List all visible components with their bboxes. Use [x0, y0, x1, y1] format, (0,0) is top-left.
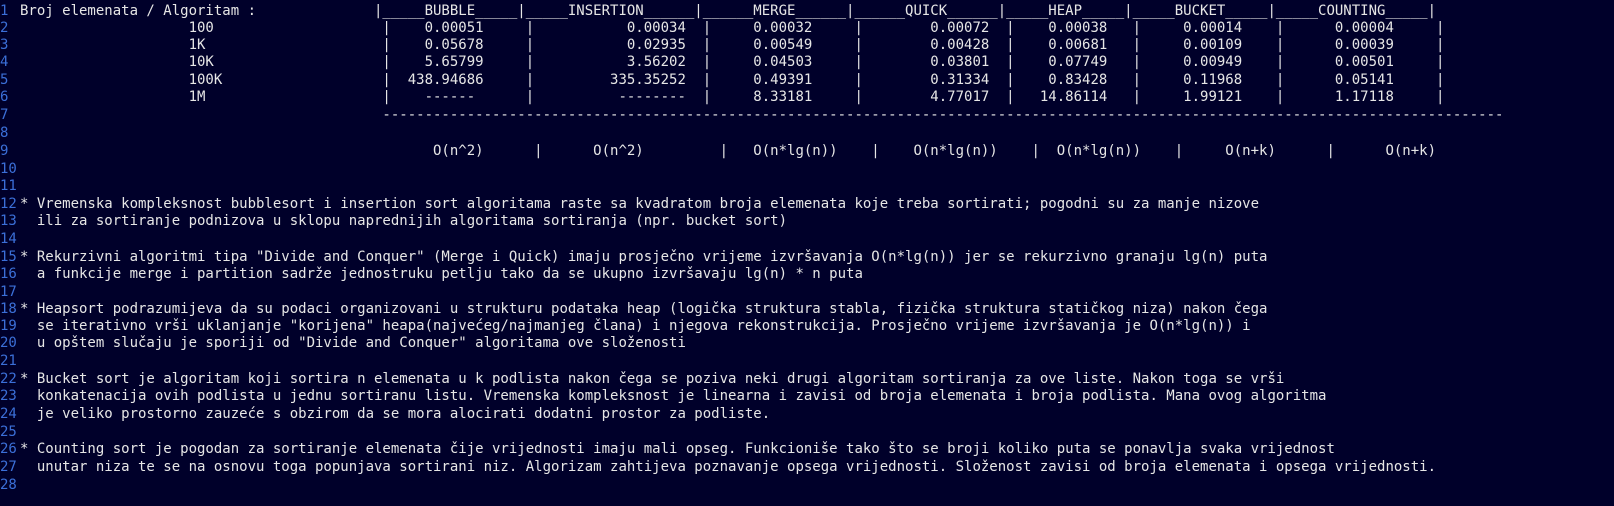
- line-number: 11: [0, 178, 17, 194]
- line-number: 28: [0, 477, 17, 493]
- line-number: 6: [0, 89, 9, 105]
- line-text[interactable]: O(n^2) | O(n^2) | O(n*lg(n)) | O(n*lg(n)…: [20, 143, 1436, 159]
- editor-line[interactable]: 19 se iterativno vrši uklanjanje "korije…: [0, 317, 1251, 335]
- line-number: 1: [0, 3, 9, 19]
- editor-line[interactable]: 4 10K | 5.65799 | 3.56202 | 0.04503 | 0.…: [0, 53, 1444, 71]
- editor-line[interactable]: 5 100K | 438.94686 | 335.35252 | 0.49391…: [0, 71, 1444, 89]
- editor-line[interactable]: 12 * Vremenska kompleksnost bubblesort i …: [0, 195, 1259, 213]
- line-number: 16: [0, 266, 17, 282]
- line-number: 14: [0, 231, 17, 247]
- line-number: 22: [0, 371, 17, 387]
- line-text[interactable]: konkatenacija ovih podlista u jednu sort…: [20, 388, 1327, 404]
- editor-line[interactable]: 11: [0, 177, 20, 195]
- editor-line[interactable]: 23 konkatenacija ovih podlista u jednu s…: [0, 387, 1326, 405]
- line-text[interactable]: Broj elemenata / Algoritam : |_____BUBBL…: [20, 3, 1436, 19]
- line-number: 19: [0, 318, 17, 334]
- line-number: 18: [0, 301, 17, 317]
- line-text[interactable]: ili za sortiranje podnizova u sklopu nap…: [20, 213, 787, 229]
- editor-line[interactable]: 18 * Heapsort podrazumijeva da su podaci …: [0, 300, 1267, 318]
- line-text[interactable]: je veliko prostorno zauzeće s obzirom da…: [20, 406, 770, 422]
- editor-line[interactable]: 20 u opštem slučaju je sporiji od "Divid…: [0, 334, 686, 352]
- editor-line[interactable]: 21: [0, 352, 20, 370]
- line-text[interactable]: a funkcije merge i partition sadrže jedn…: [20, 266, 863, 282]
- line-number: 23: [0, 388, 17, 404]
- line-text[interactable]: * Heapsort podrazumijeva da su podaci or…: [20, 301, 1267, 317]
- line-text[interactable]: * Bucket sort je algoritam koji sortira …: [20, 371, 1284, 387]
- editor-line[interactable]: 16 a funkcije merge i partition sadrže j…: [0, 265, 863, 283]
- line-number: 9: [0, 143, 9, 159]
- line-text[interactable]: 1K | 0.05678 | 0.02935 | 0.00549 | 0.004…: [20, 37, 1445, 53]
- editor-line[interactable]: 15 * Rekurzivni algoritmi tipa "Divide an…: [0, 248, 1267, 266]
- editor-line[interactable]: 3 1K | 0.05678 | 0.02935 | 0.00549 | 0.0…: [0, 36, 1444, 54]
- line-number: 13: [0, 213, 17, 229]
- editor-line[interactable]: 26 * Counting sort je pogodan za sortiran…: [0, 440, 1335, 458]
- editor-line[interactable]: 17: [0, 283, 20, 301]
- line-number: 10: [0, 161, 17, 177]
- line-number: 4: [0, 54, 9, 70]
- line-number: 20: [0, 335, 17, 351]
- line-number: 24: [0, 406, 17, 422]
- line-number: 17: [0, 284, 17, 300]
- line-number: 8: [0, 125, 9, 141]
- line-number: 21: [0, 353, 17, 369]
- line-text[interactable]: unutar niza te se na osnovu toga popunja…: [20, 459, 1436, 475]
- line-number: 5: [0, 72, 9, 88]
- editor-line[interactable]: 10: [0, 160, 20, 178]
- line-text[interactable]: * Rekurzivni algoritmi tipa "Divide and …: [20, 249, 1267, 265]
- editor-line[interactable]: 13 ili za sortiranje podnizova u sklopu …: [0, 212, 787, 230]
- line-number: 15: [0, 249, 17, 265]
- line-text[interactable]: u opštem slučaju je sporiji od "Divide a…: [20, 335, 686, 351]
- line-number: 3: [0, 37, 9, 53]
- line-number: 2: [0, 20, 9, 36]
- editor-line[interactable]: 14: [0, 230, 20, 248]
- line-text[interactable]: 10K | 5.65799 | 3.56202 | 0.04503 | 0.03…: [20, 54, 1445, 70]
- line-text[interactable]: * Vremenska kompleksnost bubblesort i in…: [20, 196, 1259, 212]
- line-number: 7: [0, 107, 9, 123]
- line-text[interactable]: 100 | 0.00051 | 0.00034 | 0.00032 | 0.00…: [20, 20, 1445, 36]
- line-number: 27: [0, 459, 17, 475]
- text-editor[interactable]: 1 Broj elemenata / Algoritam : |_____BUBB…: [0, 0, 1614, 506]
- editor-line[interactable]: 24 je veliko prostorno zauzeće s obzirom…: [0, 405, 770, 423]
- editor-line[interactable]: 9 O(n^2) | O(n^2) | O(n*lg(n)) | O(n*lg(…: [0, 142, 1436, 160]
- editor-line[interactable]: 25: [0, 423, 20, 441]
- editor-line[interactable]: 7 --------------------------------------…: [0, 106, 1503, 124]
- editor-line[interactable]: 28: [0, 476, 20, 494]
- editor-line[interactable]: 2 100 | 0.00051 | 0.00034 | 0.00032 | 0.…: [0, 19, 1444, 37]
- editor-line[interactable]: 1 Broj elemenata / Algoritam : |_____BUBB…: [0, 2, 1436, 20]
- line-number: 25: [0, 424, 17, 440]
- line-text[interactable]: 100K | 438.94686 | 335.35252 | 0.49391 |…: [20, 72, 1445, 88]
- line-number: 12: [0, 196, 17, 212]
- line-text[interactable]: * Counting sort je pogodan za sortiranje…: [20, 441, 1335, 457]
- line-text[interactable]: se iterativno vrši uklanjanje "korijena"…: [20, 318, 1251, 334]
- line-number: 26: [0, 441, 17, 457]
- line-text[interactable]: 1M | ------ | -------- | 8.33181 | 4.770…: [20, 89, 1445, 105]
- editor-line[interactable]: 8: [0, 124, 20, 142]
- editor-line[interactable]: 6 1M | ------ | -------- | 8.33181 | 4.7…: [0, 88, 1444, 106]
- editor-line[interactable]: 27 unutar niza te se na osnovu toga popu…: [0, 458, 1436, 476]
- line-text[interactable]: ----------------------------------------…: [20, 107, 1503, 123]
- editor-line[interactable]: 22 * Bucket sort je algoritam koji sortir…: [0, 370, 1284, 388]
